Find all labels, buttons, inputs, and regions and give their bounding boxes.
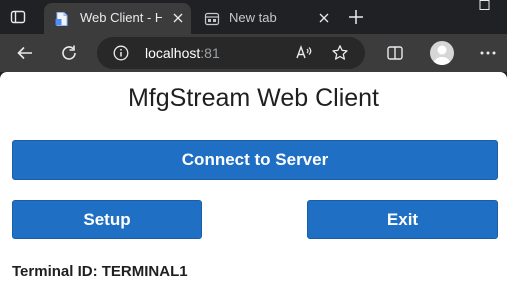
tab-title: New tab — [229, 10, 277, 25]
browser-toolbar: localhost:81 — [0, 34, 507, 72]
exit-button[interactable]: Exit — [307, 200, 498, 239]
tab-title: Web Client - Ho — [80, 10, 162, 25]
back-arrow-icon[interactable] — [13, 41, 37, 65]
url-port: :81 — [200, 45, 220, 61]
url-host: localhost — [145, 45, 201, 61]
address-bar[interactable]: localhost:81 — [97, 37, 365, 69]
profile-avatar[interactable] — [430, 41, 454, 65]
close-icon[interactable] — [316, 10, 332, 26]
connect-to-server-button[interactable]: Connect to Server — [12, 140, 498, 180]
setup-button[interactable]: Setup — [12, 200, 202, 239]
page-title: MfgStream Web Client — [127, 84, 379, 112]
tab-new-tab[interactable]: New tab — [194, 3, 368, 34]
terminal-id-label: Terminal ID: TERMINAL1 — [12, 263, 188, 280]
url-text: localhost:81 — [145, 45, 220, 61]
refresh-icon[interactable] — [57, 41, 81, 65]
tab-strip: Web Client - Ho New tab — [0, 0, 507, 34]
close-icon[interactable] — [170, 10, 186, 26]
info-icon[interactable] — [113, 45, 129, 61]
window-restore-icon[interactable] — [474, 0, 494, 14]
document-icon — [54, 11, 70, 27]
more-options-icon[interactable] — [476, 41, 500, 65]
page-content: MfgStream Web Client Connect to Server S… — [0, 72, 507, 298]
favorite-star-icon[interactable] — [330, 43, 350, 63]
read-aloud-icon[interactable] — [294, 43, 314, 63]
new-tab-plus-icon[interactable] — [344, 5, 368, 29]
tab-web-client[interactable]: Web Client - Ho — [44, 3, 191, 34]
new-tab-page-icon — [204, 11, 220, 27]
split-screen-icon[interactable] — [383, 41, 407, 65]
tab-actions-icon[interactable] — [7, 6, 29, 28]
